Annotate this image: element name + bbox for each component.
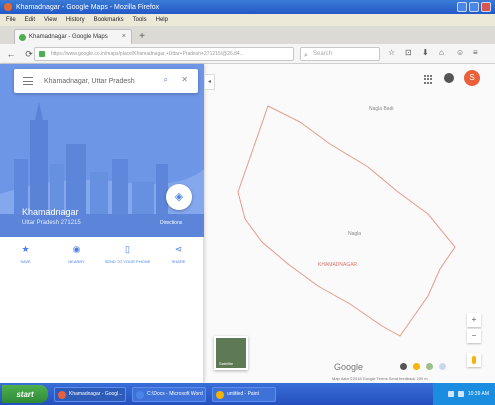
window-title: Khamadnagar - Google Maps - Mozilla Fire…: [16, 3, 160, 11]
share-icon: ⋖: [174, 244, 183, 254]
browser-search-input[interactable]: ⌕ Search: [300, 47, 380, 61]
clock: 10:39 AM: [467, 391, 489, 397]
windows-taskbar: start Khamadnagar - Googl... C:\Docs - M…: [0, 383, 495, 405]
bookmark-star-icon[interactable]: ☆: [388, 49, 396, 57]
directions-button[interactable]: ◈: [166, 184, 192, 210]
maximize-button[interactable]: [469, 2, 479, 12]
save-action-button[interactable]: ★ SAVE: [0, 244, 51, 284]
share-action-button[interactable]: ⋖ SHARE: [153, 244, 204, 284]
save-star-icon: ★: [21, 244, 30, 254]
street-view-icon[interactable]: [413, 363, 420, 370]
new-tab-button[interactable]: +: [135, 31, 149, 44]
window-titlebar: Khamadnagar - Google Maps - Mozilla Fire…: [0, 0, 495, 14]
imagery-icon[interactable]: [439, 363, 446, 370]
map-label-center: Nagla: [348, 231, 362, 237]
google-logo: Google: [334, 362, 364, 372]
word-task-icon: [136, 390, 144, 399]
taskbar-item-paint[interactable]: untitled - Paint: [212, 386, 276, 402]
phone-icon: ▯: [125, 244, 130, 254]
taskbar-item-firefox[interactable]: Khamadnagar - Googl...: [54, 386, 126, 402]
close-window-button[interactable]: [481, 2, 491, 12]
start-button[interactable]: start: [2, 385, 48, 403]
directions-label: Directions: [160, 220, 183, 226]
layers-icon[interactable]: [426, 363, 433, 370]
avatar[interactable]: S: [464, 70, 480, 86]
menu-icon[interactable]: ≡: [473, 49, 481, 57]
back-button[interactable]: ←: [4, 47, 18, 61]
place-subtitle: Uttar Pradesh 271215: [22, 220, 81, 226]
system-tray: 10:39 AM: [433, 383, 495, 405]
url-text: https://www.google.co.in/maps/place/Kham…: [51, 51, 244, 57]
network-icon[interactable]: [447, 391, 454, 397]
satellite-label: Satellite: [219, 361, 234, 366]
zoom-in-button[interactable]: +: [467, 313, 481, 327]
maps-search-icon[interactable]: ⌕: [164, 75, 168, 85]
menu-file[interactable]: File: [6, 17, 16, 23]
menu-tools[interactable]: Tools: [133, 17, 147, 23]
send-to-phone-action-button[interactable]: ▯ SEND TO YOUR PHONE: [102, 244, 153, 284]
search-value: Khamadnagar, Uttar Pradesh: [44, 77, 135, 85]
menu-help[interactable]: Help: [156, 17, 168, 23]
pegman-icon[interactable]: [467, 353, 481, 367]
search-icon: ⌕: [304, 52, 308, 59]
firefox-icon: [4, 3, 12, 11]
browser-tab[interactable]: Khamadnagar - Google Maps ×: [14, 29, 132, 44]
notifications-icon[interactable]: [444, 73, 454, 83]
lock-icon: [39, 51, 45, 57]
task-label-firefox: Khamadnagar - Googl...: [69, 391, 123, 397]
menu-edit[interactable]: Edit: [25, 17, 35, 23]
toolbar-icons: ☆ ⊡ ⬇ ⌂ ☺ ≡: [388, 47, 481, 57]
map-extra-controls: [400, 363, 446, 370]
clear-search-icon[interactable]: ✕: [181, 75, 188, 84]
satellite-toggle[interactable]: Satellite: [214, 336, 248, 370]
menu-view[interactable]: View: [44, 17, 57, 23]
apps-grid-icon[interactable]: [424, 75, 433, 84]
nearby-action-button[interactable]: ◉ NEARBY: [51, 244, 102, 284]
firefox-task-icon: [58, 390, 66, 399]
share-label: SHARE: [171, 259, 186, 264]
directions-icon: ◈: [174, 191, 184, 203]
location-icon[interactable]: [400, 363, 407, 370]
navigation-bar: ← ⟳ https://www.google.co.in/maps/place/…: [0, 44, 495, 64]
account-icon[interactable]: ☺: [456, 49, 464, 57]
nearby-icon: ◉: [72, 244, 81, 254]
place-actions: ★ SAVE ◉ NEARBY ▯ SEND TO YOUR PHONE ⋖ S…: [0, 244, 204, 284]
save-label: SAVE: [20, 259, 31, 264]
tab-title: Khamadnagar - Google Maps: [29, 34, 108, 40]
maps-search-input[interactable]: Khamadnagar, Uttar Pradesh ⌕ ✕: [14, 69, 198, 93]
zoom-out-button[interactable]: −: [467, 329, 481, 343]
map-footer: Map data ©2018 Google Terms Send feedbac…: [332, 376, 428, 381]
place-name: Khamadnagar: [22, 207, 79, 217]
library-icon[interactable]: ⊡: [405, 49, 413, 57]
nearby-label: NEARBY: [68, 259, 85, 264]
url-bar[interactable]: https://www.google.co.in/maps/place/Kham…: [34, 47, 294, 61]
paint-task-icon: [216, 390, 224, 399]
place-panel: Khamadnagar Uttar Pradesh 271215 ◈ Direc…: [0, 64, 204, 383]
send-to-phone-label: SEND TO YOUR PHONE: [104, 259, 151, 264]
download-icon[interactable]: ⬇: [422, 49, 430, 57]
task-label-paint: untitled - Paint: [227, 391, 259, 397]
menu-history[interactable]: History: [66, 17, 85, 23]
taskbar-item-word[interactable]: C:\Docs - Microsoft Word: [132, 386, 206, 402]
map-label-north: Nagla Badi: [369, 106, 394, 112]
hamburger-menu-icon[interactable]: [23, 77, 33, 85]
task-label-word: C:\Docs - Microsoft Word: [147, 391, 203, 397]
tab-close-icon[interactable]: ×: [122, 33, 126, 40]
area-boundary: [237, 105, 456, 337]
home-icon[interactable]: ⌂: [439, 49, 447, 57]
menubar: File Edit View History Bookmarks Tools H…: [0, 14, 495, 26]
minimize-button[interactable]: [457, 2, 467, 12]
window-controls: [457, 2, 491, 12]
volume-icon[interactable]: [457, 391, 464, 397]
maps-favicon-icon: [19, 34, 26, 41]
tabbar: Khamadnagar - Google Maps × +: [0, 26, 495, 44]
collapse-panel-button[interactable]: ◂: [204, 74, 215, 90]
map-label-area: KHAMADNAGAR: [318, 262, 358, 268]
zoom-controls: + −: [467, 313, 481, 343]
search-placeholder: Search: [313, 51, 333, 57]
menu-bookmarks[interactable]: Bookmarks: [94, 17, 124, 23]
